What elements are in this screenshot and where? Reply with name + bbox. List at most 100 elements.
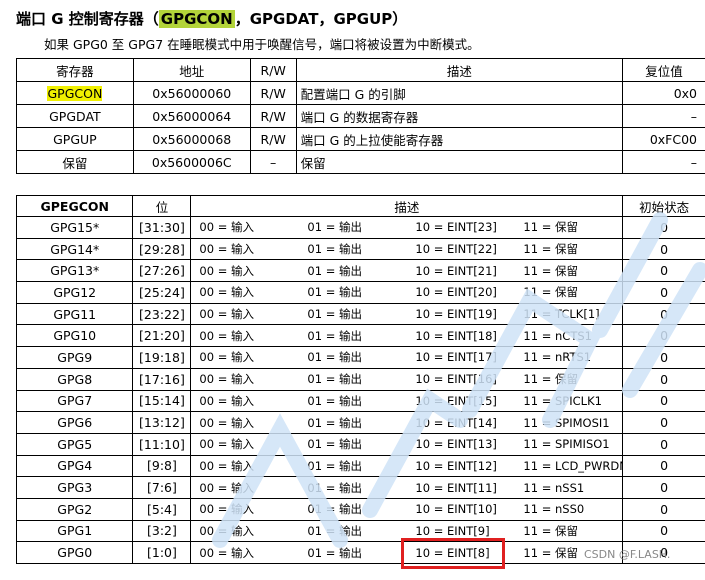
bit-row: GPG14*[29:28]00 = 输入01 = 输出10 = EINT[22]… [17, 238, 705, 260]
bit-row: GPG10[21:20]00 = 输入01 = 输出10 = EINT[18]1… [17, 325, 705, 347]
option-o4: 11 = TCLK[1] [523, 307, 613, 321]
option-o1: 00 = 输入 [199, 415, 307, 431]
bit-row: GPG2[5:4]00 = 输入01 = 输出10 = EINT[10]11 =… [17, 498, 705, 520]
initial-state: 0 [623, 282, 705, 304]
option-o4: 11 = SPIMOSI1 [523, 416, 613, 430]
register-row: 保留0x5600006C–保留– [17, 151, 705, 174]
option-o4: 11 = LCD_PWRDN [523, 459, 613, 473]
register-address: 0x56000060 [133, 82, 250, 105]
register-rw: – [250, 151, 296, 174]
option-o4: 11 = 保留 [523, 263, 613, 279]
option-o3: 10 = EINT[11] [415, 481, 523, 495]
bit-options: 00 = 输入01 = 输出10 = EINT[20]11 = 保留 [191, 282, 623, 304]
header-reset: 复位值 [623, 59, 705, 82]
option-o1: 00 = 输入 [199, 458, 307, 474]
option-o2: 01 = 输出 [307, 480, 415, 496]
register-reset: 0x0 [623, 82, 705, 105]
bit-range: [15:14] [133, 390, 191, 412]
header-pin: GPEGCON [17, 196, 133, 217]
register-name: GPGDAT [17, 105, 134, 128]
option-o1: 00 = 输入 [199, 545, 307, 561]
option-o2: 01 = 输出 [307, 263, 415, 279]
pin-name: GPG6 [17, 412, 133, 434]
option-o2: 01 = 输出 [307, 458, 415, 474]
header-address: 地址 [133, 59, 250, 82]
register-name: 保留 [17, 151, 134, 174]
option-o4: 11 = nCTS1 [523, 329, 613, 343]
option-o4: 11 = 保留 [523, 219, 613, 235]
bit-options: 00 = 输入01 = 输出10 = EINT[19]11 = TCLK[1] [191, 303, 623, 325]
header-initial: 初始状态 [623, 196, 705, 217]
initial-state: 0 [623, 325, 705, 347]
register-rw: R/W [250, 105, 296, 128]
initial-state: 0 [623, 455, 705, 477]
bit-options: 00 = 输入01 = 输出10 = EINT[17]11 = nRTS1 [191, 347, 623, 369]
title-prefix: 端口 G 控制寄存器（ [16, 10, 159, 28]
initial-state: 0 [623, 520, 705, 542]
option-o3: 10 = EINT[22] [415, 242, 523, 256]
initial-state: 0 [623, 390, 705, 412]
bit-row: GPG12[25:24]00 = 输入01 = 输出10 = EINT[20]1… [17, 282, 705, 304]
bit-options: 00 = 输入01 = 输出10 = EINT[15]11 = SPICLK1 [191, 390, 623, 412]
register-description: 端口 G 的上拉使能寄存器 [296, 128, 622, 151]
bit-range: [19:18] [133, 347, 191, 369]
bit-range: [25:24] [133, 282, 191, 304]
option-o4: 11 = 保留 [523, 284, 613, 300]
option-o3: 10 = EINT[16] [415, 372, 523, 386]
option-o2: 01 = 输出 [307, 501, 415, 517]
register-reset: – [623, 151, 705, 174]
credit-text: CSDN @F.LASH. [584, 548, 670, 561]
pin-name: GPG12 [17, 282, 133, 304]
initial-state: 0 [623, 303, 705, 325]
option-o1: 00 = 输入 [199, 328, 307, 344]
bit-range: [3:2] [133, 520, 191, 542]
bit-row: GPG5[11:10]00 = 输入01 = 输出10 = EINT[13]11… [17, 433, 705, 455]
bit-options: 00 = 输入01 = 输出10 = EINT[14]11 = SPIMOSI1 [191, 412, 623, 434]
option-o1: 00 = 输入 [199, 219, 307, 235]
option-o2: 01 = 输出 [307, 545, 415, 561]
register-row: GPGUP0x56000068R/W端口 G 的上拉使能寄存器0xFC00 [17, 128, 705, 151]
initial-state: 0 [623, 238, 705, 260]
register-rw: R/W [250, 128, 296, 151]
pin-name: GPG7 [17, 390, 133, 412]
bit-options: 00 = 输入01 = 输出10 = EINT[23]11 = 保留 [191, 217, 623, 239]
pin-name: GPG9 [17, 347, 133, 369]
option-o4: 11 = nSS1 [523, 481, 613, 495]
bit-row: GPG6[13:12]00 = 输入01 = 输出10 = EINT[14]11… [17, 412, 705, 434]
bit-range: [7:6] [133, 477, 191, 499]
option-o2: 01 = 输出 [307, 393, 415, 409]
register-name-highlight: GPGCON [47, 86, 102, 101]
option-o4: 11 = SPIMISO1 [523, 437, 613, 451]
option-o3: 10 = EINT[18] [415, 329, 523, 343]
initial-state: 0 [623, 260, 705, 282]
initial-state: 0 [623, 498, 705, 520]
register-reset: 0xFC00 [623, 128, 705, 151]
bit-options: 00 = 输入01 = 输出10 = EINT[18]11 = nCTS1 [191, 325, 623, 347]
pin-name: GPG14* [17, 238, 133, 260]
pin-name: GPG1 [17, 520, 133, 542]
option-o3: 10 = EINT[23] [415, 220, 523, 234]
option-o3: 10 = EINT[14] [415, 416, 523, 430]
pin-name: GPG0 [17, 542, 133, 564]
register-address: 0x5600006C [133, 151, 250, 174]
option-o1: 00 = 输入 [199, 284, 307, 300]
option-o3: 10 = EINT[13] [415, 437, 523, 451]
option-o2: 01 = 输出 [307, 371, 415, 387]
register-row: GPGDAT0x56000064R/W端口 G 的数据寄存器– [17, 105, 705, 128]
option-o2: 01 = 输出 [307, 306, 415, 322]
header-register: 寄存器 [17, 59, 134, 82]
option-o4: 11 = 保留 [523, 523, 613, 539]
header-rw: R/W [250, 59, 296, 82]
bit-range: [29:28] [133, 238, 191, 260]
register-name: GPGCON [17, 82, 134, 105]
option-o1: 00 = 输入 [199, 241, 307, 257]
bit-range: [9:8] [133, 455, 191, 477]
register-description: 保留 [296, 151, 622, 174]
bit-row: GPG3[7:6]00 = 输入01 = 输出10 = EINT[11]11 =… [17, 477, 705, 499]
bit-row: GPG9[19:18]00 = 输入01 = 输出10 = EINT[17]11… [17, 347, 705, 369]
bit-options: 00 = 输入01 = 输出10 = EINT[16]11 = 保留 [191, 368, 623, 390]
option-o3: 10 = EINT[19] [415, 307, 523, 321]
bit-range: [13:12] [133, 412, 191, 434]
gpgcon-bit-table: GPEGCON 位 描述 初始状态 GPG15*[31:30]00 = 输入01… [16, 195, 705, 564]
bit-row: GPG4[9:8]00 = 输入01 = 输出10 = EINT[12]11 =… [17, 455, 705, 477]
